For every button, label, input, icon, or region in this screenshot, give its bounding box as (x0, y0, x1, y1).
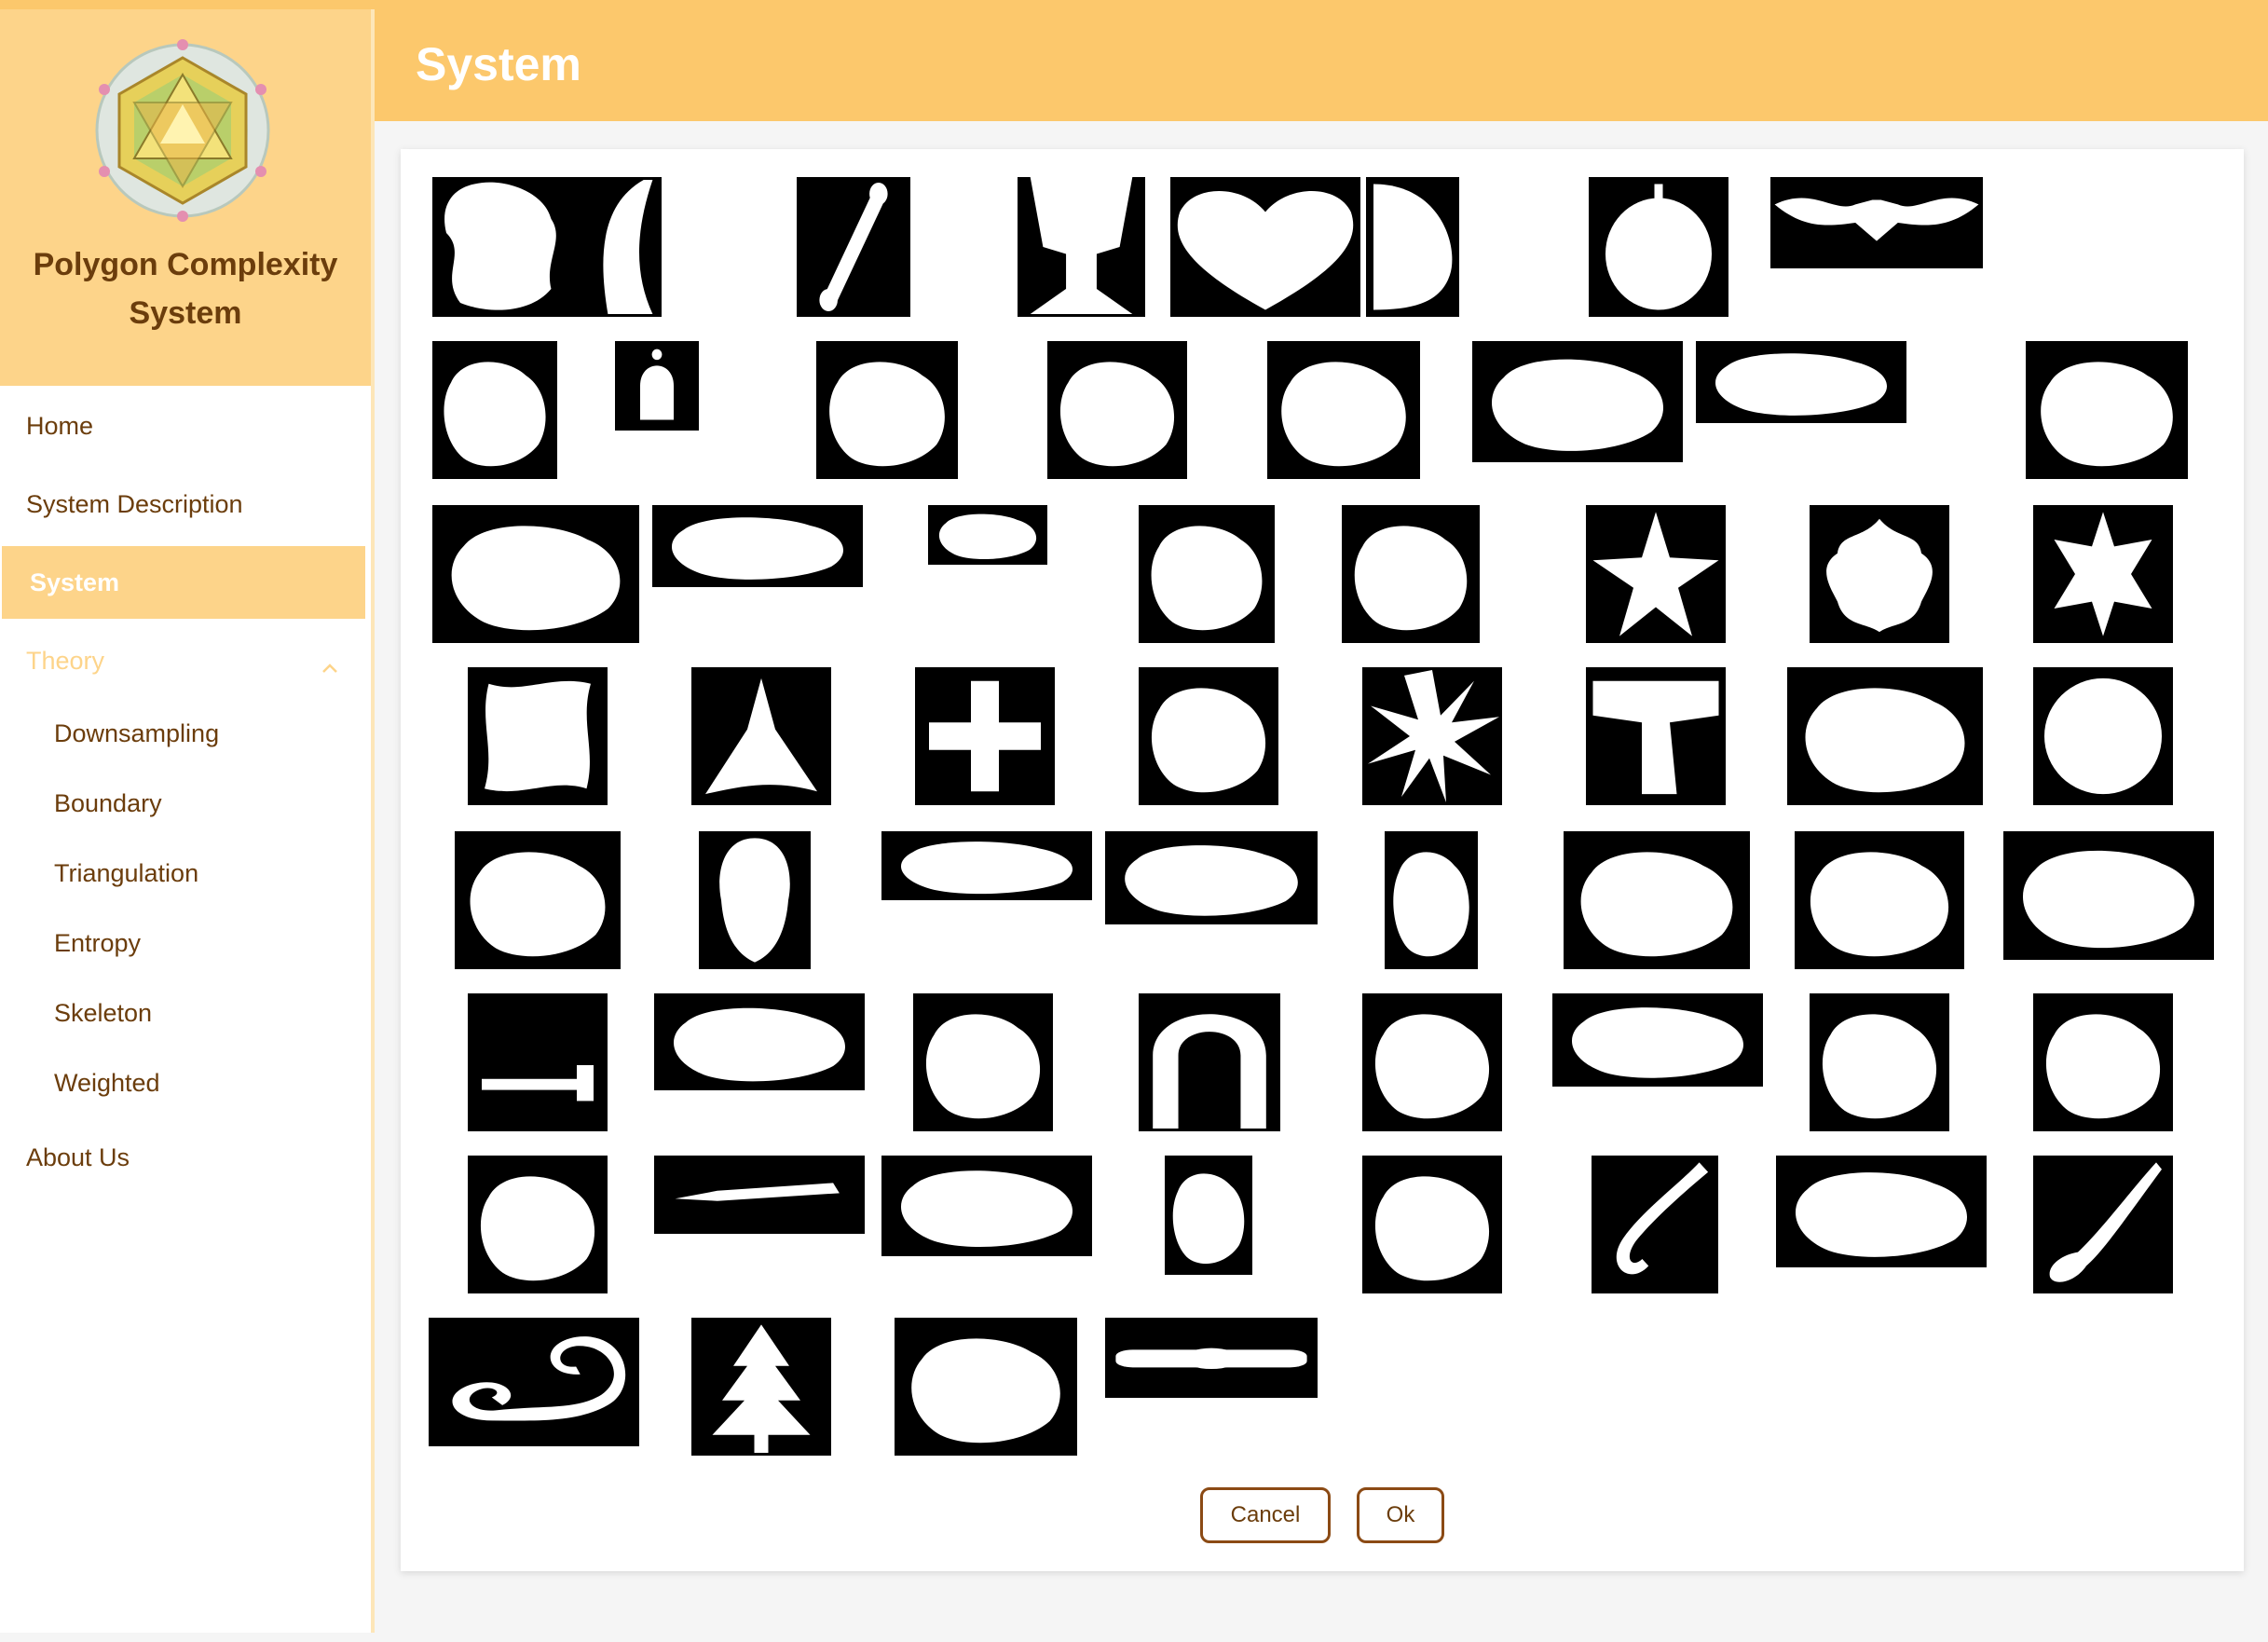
shape-thumbnail-semicircle[interactable] (1366, 177, 1459, 317)
shape-thumbnail-leaf[interactable] (572, 177, 662, 317)
shape-thumbnail-mug[interactable] (1139, 505, 1275, 643)
shape-thumbnail-guitar[interactable] (2003, 831, 2214, 960)
top-accent-strip (0, 0, 2268, 9)
page-title: System (416, 38, 581, 90)
shape-thumbnail-bone[interactable] (797, 177, 910, 317)
shape-thumbnail-octopus[interactable] (468, 1156, 608, 1293)
shape-thumbnail-spiral[interactable] (429, 1318, 639, 1446)
shape-thumbnail-deer[interactable] (1342, 505, 1480, 643)
shape-thumbnail-beetle[interactable] (432, 341, 557, 479)
page-header: System (375, 9, 2268, 121)
shape-thumbnail-chicken[interactable] (2026, 341, 2188, 479)
sidebar-item-label: Theory (26, 647, 105, 675)
sidebar-subitem-weighted[interactable]: Weighted (54, 1069, 160, 1098)
shape-thumbnail-triangle-blob[interactable] (691, 667, 831, 805)
shape-thumbnail-pocket-watch[interactable] (1165, 1156, 1252, 1275)
shape-thumbnail-horse[interactable] (913, 993, 1053, 1131)
shape-thumbnail-seven-star[interactable] (2033, 505, 2173, 643)
shape-thumbnail-star-flower[interactable] (1586, 505, 1726, 643)
shape-thumbnail-shoe[interactable] (1776, 1156, 1987, 1267)
shape-thumbnail-tree[interactable] (691, 1318, 831, 1456)
ok-button[interactable]: Ok (1357, 1487, 1444, 1543)
shape-thumbnail-turtle[interactable] (895, 1318, 1077, 1456)
shape-thumbnail-butterfly[interactable] (1047, 341, 1187, 479)
shape-thumbnail-bell[interactable] (615, 341, 699, 431)
shape-thumbnail-rectangle[interactable] (1696, 341, 1906, 423)
shape-thumbnail-elephant[interactable] (455, 831, 621, 969)
chevron-up-icon (321, 652, 339, 681)
shape-thumbnail-cross-blob[interactable] (915, 667, 1055, 805)
shape-thumbnail-bat[interactable] (1770, 177, 1983, 268)
shape-thumbnail-pencil[interactable] (654, 1156, 865, 1234)
sidebar-subitem-entropy[interactable]: Entropy (54, 929, 141, 958)
shape-selection-panel: Cancel Ok (401, 149, 2244, 1571)
sidebar-subitem-boundary[interactable]: Boundary (54, 789, 162, 818)
app-title-line2: System (129, 295, 242, 331)
shape-thumbnail-bird[interactable] (816, 341, 958, 479)
shape-thumbnail-cup[interactable] (1018, 177, 1145, 317)
shape-thumbnail-crown[interactable] (928, 505, 1047, 565)
shape-thumbnail-dog[interactable] (1787, 667, 1983, 805)
shape-thumbnail-sun-star[interactable] (1362, 667, 1502, 805)
sidebar-subitem-downsampling[interactable]: Downsampling (54, 719, 219, 748)
shape-thumbnail-flower[interactable] (1810, 505, 1949, 643)
shape-thumbnail-t-shape[interactable] (1586, 667, 1726, 805)
app-title-line1: Polygon Complexity (33, 247, 338, 282)
sidebar-subitem-skeleton[interactable]: Skeleton (54, 999, 152, 1028)
shape-thumbnail-camel[interactable] (1267, 341, 1420, 479)
shape-thumbnail-fish[interactable] (881, 831, 1092, 900)
shape-thumbnail-hook[interactable] (1592, 1156, 1718, 1293)
polygon-mandala-logo-icon (89, 37, 276, 224)
shape-thumbnail-feather[interactable] (2033, 993, 2173, 1131)
shape-thumbnail-horseshoe[interactable] (1139, 993, 1280, 1131)
shape-thumbnail-rat[interactable] (1362, 1156, 1502, 1293)
shape-thumbnail-fork[interactable] (1564, 831, 1750, 969)
shape-thumbnail-pentagon-star[interactable] (1139, 667, 1278, 805)
shape-thumbnail-lizard[interactable] (1810, 993, 1949, 1131)
shape-thumbnail-fish-oval[interactable] (1105, 831, 1318, 924)
brand-header: Polygon Complexity System (0, 9, 371, 386)
shape-thumbnail-fly[interactable] (1385, 831, 1478, 969)
sidebar-subitem-triangulation[interactable]: Triangulation (54, 859, 198, 888)
sidebar-item-label: System Description (26, 490, 243, 518)
shape-thumbnail-cattle[interactable] (1472, 341, 1683, 462)
shape-thumbnail-blob[interactable] (432, 177, 572, 317)
sidebar-item-label: Home (26, 412, 94, 440)
shape-thumbnail-frog[interactable] (1795, 831, 1964, 969)
sidebar-item-system[interactable]: System (2, 546, 365, 619)
shape-thumbnail-key-blob[interactable] (1552, 993, 1763, 1087)
shape-thumbnail-child[interactable] (432, 505, 639, 643)
shape-thumbnail-square-blob[interactable] (468, 667, 608, 805)
shape-thumbnail-spoon[interactable] (2033, 1156, 2173, 1293)
sidebar-item-label: System (30, 568, 120, 596)
sidebar: Polygon Complexity System Home System De… (0, 9, 375, 1633)
shape-thumbnail-heart[interactable] (1170, 177, 1360, 317)
app-title: Polygon Complexity System (0, 240, 371, 337)
shape-thumbnail-watch[interactable] (1105, 1318, 1318, 1398)
shape-thumbnail-moon-circle[interactable] (2033, 667, 2173, 805)
shape-thumbnail-car[interactable] (652, 505, 863, 587)
shape-thumbnail-apple[interactable] (1589, 177, 1728, 317)
sidebar-item-label: About Us (26, 1143, 130, 1171)
shape-thumbnail-head[interactable] (699, 831, 811, 969)
shape-thumbnail-hammer[interactable] (468, 993, 608, 1131)
shape-thumbnail-jar[interactable] (1362, 993, 1502, 1131)
shape-thumbnail-hat[interactable] (654, 993, 865, 1090)
cancel-button[interactable]: Cancel (1200, 1487, 1331, 1543)
shape-gallery (401, 149, 2244, 1491)
shape-thumbnail-sedan[interactable] (881, 1156, 1092, 1256)
